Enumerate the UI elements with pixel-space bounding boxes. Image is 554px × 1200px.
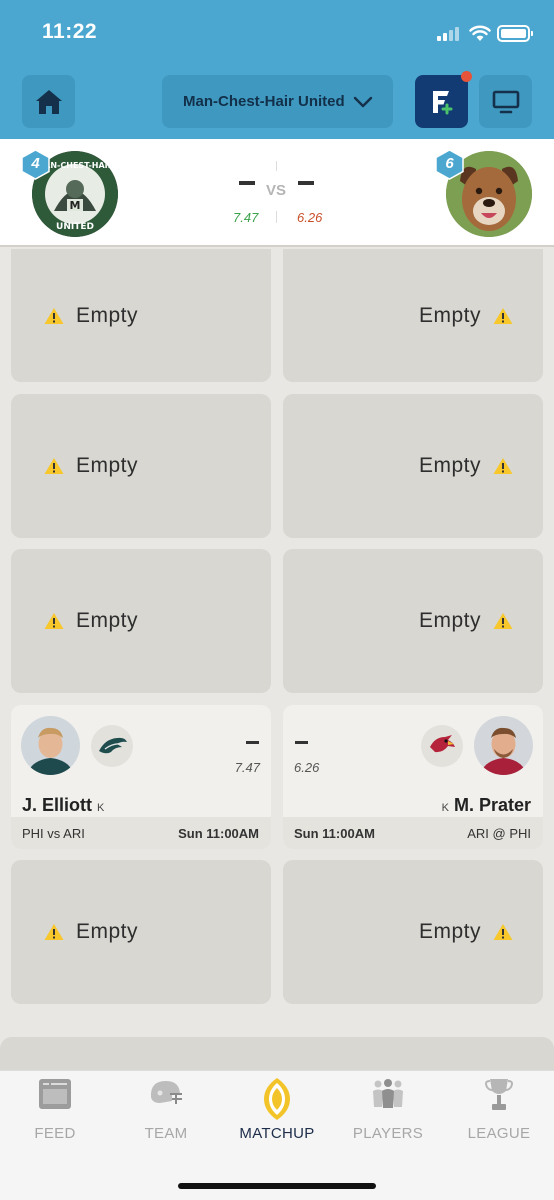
battery-icon bbox=[497, 25, 533, 42]
game-matchup: PHI vs ARI bbox=[22, 826, 85, 841]
opponent-rank: 6 bbox=[445, 155, 454, 172]
tab-team[interactable]: TEAM bbox=[111, 1071, 221, 1151]
football-icon bbox=[264, 1078, 290, 1120]
score-divider-bottom bbox=[276, 211, 277, 223]
tab-matchup[interactable]: MATCHUP bbox=[222, 1071, 332, 1151]
player-card-left[interactable]: 7.47 J. Elliott K PHI vs ARI Sun 11:00AM bbox=[11, 705, 271, 849]
player-name-row: K M. Prater bbox=[437, 795, 531, 816]
tab-league[interactable]: LEAGUE bbox=[444, 1071, 554, 1151]
lineup-slot[interactable]: Empty bbox=[283, 394, 543, 538]
game-time: Sun 11:00AM bbox=[178, 826, 259, 841]
player-score bbox=[295, 741, 308, 744]
tv-button[interactable] bbox=[479, 75, 532, 128]
player-projection: 7.47 bbox=[234, 760, 260, 775]
warning-icon bbox=[493, 924, 513, 940]
warning-icon bbox=[493, 307, 513, 324]
tv-icon bbox=[492, 90, 519, 113]
bottom-tab-bar: FEED TEAM MATCHUP PLAYERS LEAGUE bbox=[0, 1070, 554, 1200]
tab-feed[interactable]: FEED bbox=[0, 1071, 110, 1151]
team-selector-dropdown[interactable]: Man-Chest-Hair United bbox=[162, 75, 393, 128]
warning-icon bbox=[44, 613, 64, 629]
cardinals-logo-icon bbox=[421, 725, 463, 767]
my-team-rank: 4 bbox=[31, 155, 40, 172]
tab-team-label: TEAM bbox=[144, 1125, 188, 1142]
player-photo bbox=[21, 716, 80, 775]
wifi-icon bbox=[469, 25, 491, 41]
home-indicator[interactable] bbox=[178, 1183, 376, 1189]
game-time: Sun 11:00AM bbox=[294, 826, 375, 841]
status-time: 11:22 bbox=[42, 20, 98, 43]
fantasy-logo-icon bbox=[432, 90, 452, 114]
players-icon bbox=[373, 1079, 403, 1108]
game-info-bar: Sun 11:00AM ARI @ PHI bbox=[283, 817, 543, 849]
player-position: K bbox=[441, 802, 449, 814]
my-team-projection: 7.47 bbox=[233, 210, 259, 225]
empty-slot-label: Empty bbox=[76, 920, 139, 943]
empty-slot-label: Empty bbox=[418, 454, 481, 477]
empty-slot-label: Empty bbox=[418, 303, 481, 327]
logo-letter: M bbox=[70, 199, 81, 212]
warning-icon bbox=[493, 613, 513, 629]
vs-label: VS bbox=[266, 182, 287, 199]
warning-icon bbox=[44, 924, 64, 940]
empty-slot-label: Empty bbox=[418, 920, 481, 943]
tab-league-label: LEAGUE bbox=[467, 1125, 531, 1142]
score-divider-top bbox=[276, 161, 277, 171]
eagles-logo-icon bbox=[91, 725, 133, 767]
logo-text-bottom: UNITED bbox=[56, 222, 94, 232]
chevron-down-icon bbox=[353, 96, 373, 107]
tab-feed-label: FEED bbox=[34, 1125, 76, 1142]
trophy-icon bbox=[485, 1079, 513, 1110]
player-name-row: J. Elliott K bbox=[22, 795, 109, 816]
lineup-slot[interactable]: Empty bbox=[11, 860, 271, 1004]
home-icon bbox=[35, 89, 62, 114]
empty-slot-label: Empty bbox=[76, 454, 139, 477]
opponent-rank-badge: 6 bbox=[435, 149, 464, 180]
warning-icon bbox=[44, 307, 64, 324]
game-matchup: ARI @ PHI bbox=[467, 826, 531, 841]
lineup-slot[interactable]: Empty bbox=[11, 249, 271, 382]
empty-slot-label: Empty bbox=[418, 609, 481, 632]
opponent-score bbox=[298, 181, 314, 185]
player-position: K bbox=[97, 802, 105, 814]
player-name: J. Elliott bbox=[22, 795, 93, 815]
lineup-slot[interactable]: Empty bbox=[283, 549, 543, 693]
tab-players[interactable]: PLAYERS bbox=[333, 1071, 443, 1151]
lineup-slot[interactable]: Empty bbox=[11, 394, 271, 538]
team-selector-label: Man-Chest-Hair United bbox=[183, 93, 345, 110]
opponent-projection: 6.26 bbox=[297, 210, 323, 225]
player-name: M. Prater bbox=[453, 795, 531, 815]
matchup-scoreboard: M MAN-CHEST-HAIR UNITED 4 VS 7.47 6.26 6 bbox=[0, 139, 554, 247]
app-header: 11:22 Man-Chest-Hair United bbox=[0, 0, 554, 139]
lineup-slot[interactable]: Empty bbox=[11, 549, 271, 693]
empty-slot-label: Empty bbox=[76, 609, 139, 632]
lineup-slot[interactable]: Empty bbox=[283, 860, 543, 1004]
game-info-bar: PHI vs ARI Sun 11:00AM bbox=[11, 817, 271, 849]
notification-dot bbox=[461, 71, 472, 82]
my-team-score bbox=[239, 181, 255, 185]
home-button[interactable] bbox=[22, 75, 75, 128]
cellular-signal-icon bbox=[437, 27, 463, 41]
lineup-slot[interactable]: Empty bbox=[283, 249, 543, 382]
helmet-icon bbox=[150, 1081, 182, 1104]
player-projection: 6.26 bbox=[294, 760, 320, 775]
tab-matchup-label: MATCHUP bbox=[239, 1125, 315, 1142]
warning-icon bbox=[44, 458, 64, 474]
feed-icon bbox=[39, 1079, 71, 1109]
fantasy-app-button[interactable] bbox=[415, 71, 472, 128]
player-photo bbox=[474, 716, 533, 775]
empty-slot-label: Empty bbox=[76, 303, 139, 327]
warning-icon bbox=[493, 458, 513, 474]
player-score bbox=[246, 741, 259, 744]
player-card-right[interactable]: 6.26 K M. Prater Sun 11:00AM ARI @ PHI bbox=[283, 705, 543, 849]
my-team-rank-badge: 4 bbox=[21, 149, 50, 180]
tab-players-label: PLAYERS bbox=[352, 1125, 424, 1142]
